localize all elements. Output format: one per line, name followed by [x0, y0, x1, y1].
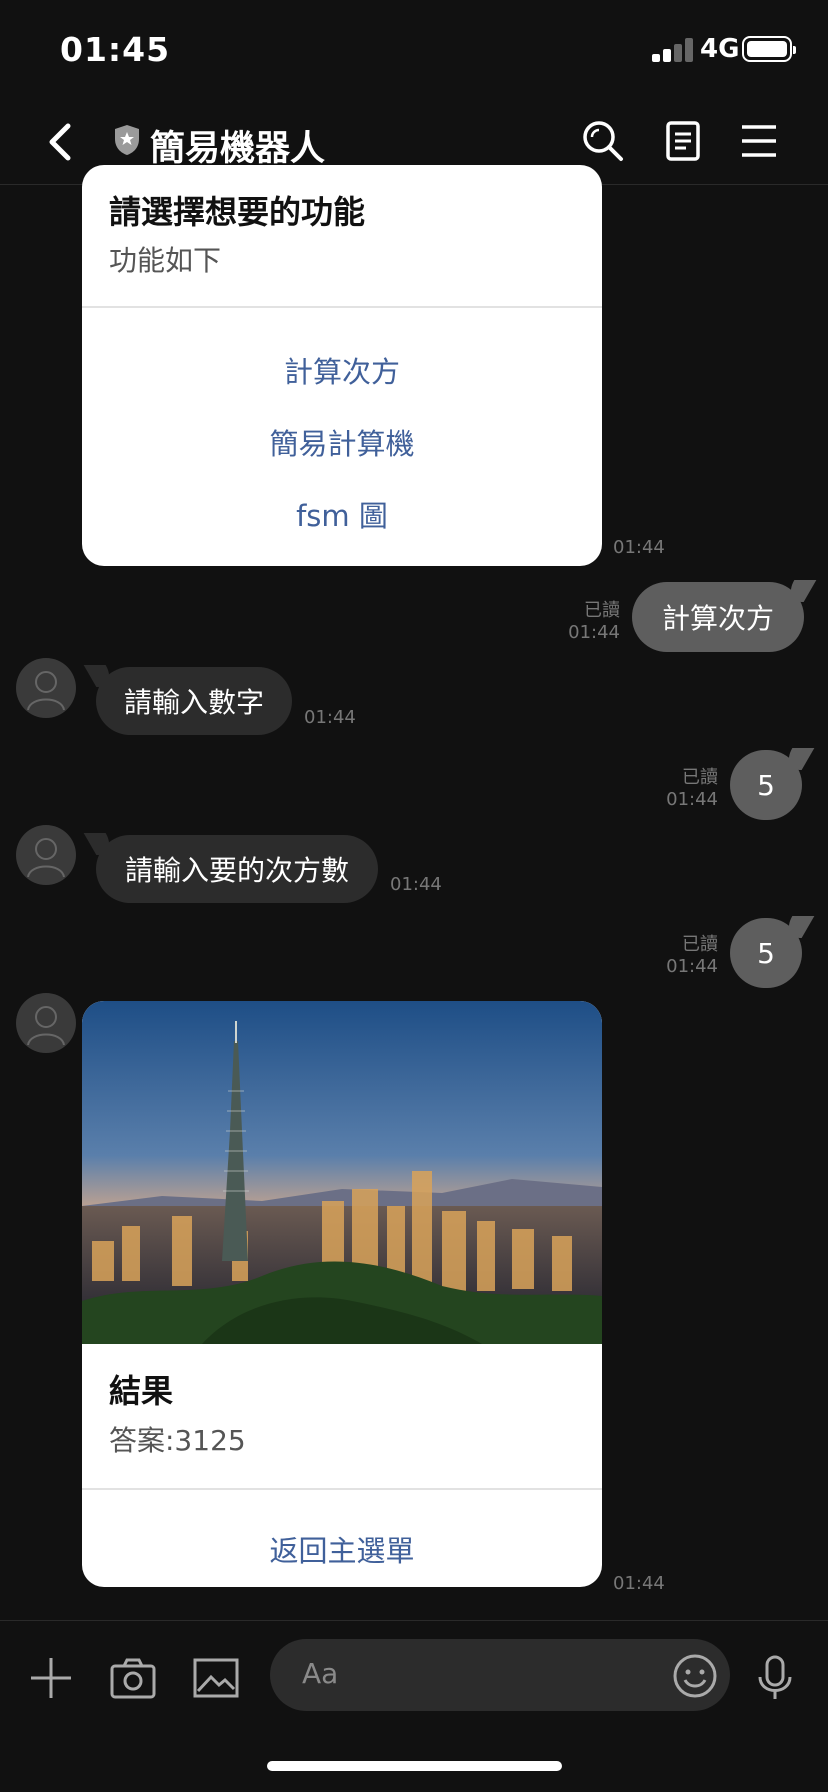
action-simple-calculator[interactable]: 簡易計算機 [82, 421, 602, 463]
network-type: 4G [700, 34, 740, 64]
action-fsm-diagram[interactable]: fsm 圖 [82, 493, 602, 535]
microphone-icon[interactable] [752, 1655, 798, 1701]
timestamp: 01:44 [390, 874, 442, 895]
search-icon[interactable] [580, 118, 626, 164]
action-back-to-main-menu[interactable]: 返回主選單 [82, 1528, 602, 1570]
plus-icon[interactable] [28, 1655, 74, 1701]
timestamp: 01:44 [568, 622, 620, 643]
camera-icon[interactable] [110, 1655, 156, 1701]
bot-avatar[interactable] [16, 825, 76, 885]
status-bar: 01:45 4G [0, 0, 828, 100]
chat-area[interactable]: 請選擇想要的功能 功能如下 計算次方 簡易計算機 fsm 圖 01:44 已讀 … [0, 165, 828, 1620]
read-receipt: 已讀 01:44 [658, 934, 718, 978]
read-label: 已讀 [584, 600, 620, 621]
notes-icon[interactable] [660, 118, 706, 164]
timestamp: 01:44 [613, 537, 665, 558]
divider [82, 306, 602, 308]
timestamp: 01:44 [666, 956, 718, 977]
result-card: 結果 答案:3125 返回主選單 [82, 1001, 602, 1587]
read-label: 已讀 [682, 767, 718, 788]
result-card-title: 結果 [109, 1372, 174, 1410]
timestamp: 01:44 [666, 789, 718, 810]
action-calc-power[interactable]: 計算次方 [82, 349, 602, 391]
timestamp: 01:44 [613, 1573, 665, 1594]
message-input-placeholder: Aa [302, 1657, 339, 1690]
battery-icon [742, 36, 796, 62]
home-indicator[interactable] [267, 1761, 562, 1771]
person-icon [27, 671, 65, 711]
menu-card-subtitle: 功能如下 [109, 244, 222, 277]
menu-card-title: 請選擇想要的功能 [109, 193, 366, 231]
my-message[interactable]: 計算次方 [632, 582, 804, 652]
bot-avatar[interactable] [16, 658, 76, 718]
person-icon [27, 1006, 65, 1046]
menu-card: 請選擇想要的功能 功能如下 計算次方 簡易計算機 fsm 圖 [82, 165, 602, 566]
signal-icon [652, 38, 696, 62]
bot-message[interactable]: 請輸入數字 [96, 667, 292, 735]
bot-avatar[interactable] [16, 993, 76, 1053]
back-arrow-icon[interactable] [42, 120, 82, 164]
divider [82, 1488, 602, 1490]
status-time: 01:45 [60, 30, 171, 69]
image-icon[interactable] [193, 1655, 239, 1701]
read-receipt: 已讀 01:44 [560, 600, 620, 644]
my-message[interactable]: 5 [730, 918, 802, 988]
person-icon [27, 838, 65, 878]
shield-icon [115, 125, 139, 155]
my-message[interactable]: 5 [730, 750, 802, 820]
timestamp: 01:44 [304, 707, 356, 728]
chat-title: 簡易機器人 [150, 129, 326, 169]
city-skyline-image[interactable] [82, 1001, 602, 1344]
menu-icon[interactable] [736, 118, 782, 164]
read-receipt: 已讀 01:44 [658, 767, 718, 811]
read-label: 已讀 [682, 934, 718, 955]
bot-message[interactable]: 請輸入要的次方數 [96, 835, 378, 903]
input-bar: Aa [0, 1620, 828, 1731]
emoji-icon[interactable] [672, 1653, 718, 1699]
result-card-answer: 答案:3125 [109, 1424, 246, 1457]
message-input[interactable]: Aa [270, 1639, 730, 1711]
